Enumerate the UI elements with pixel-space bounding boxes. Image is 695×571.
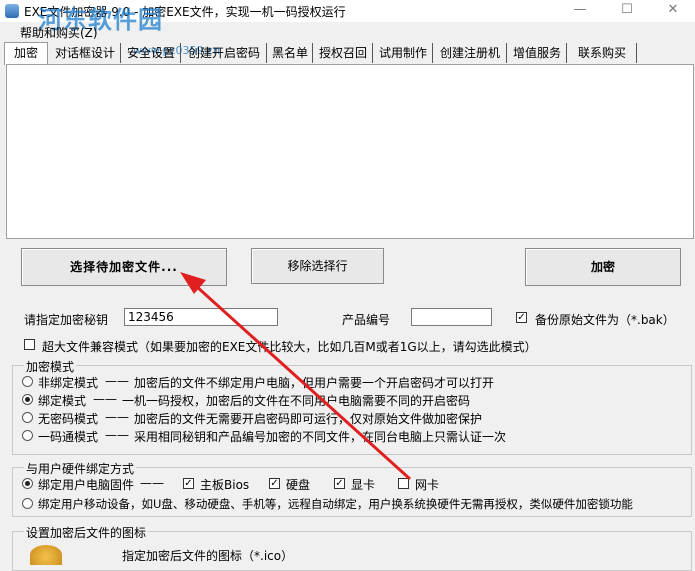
- annotation-arrow: [180, 272, 412, 481]
- arrow-line: [194, 284, 412, 481]
